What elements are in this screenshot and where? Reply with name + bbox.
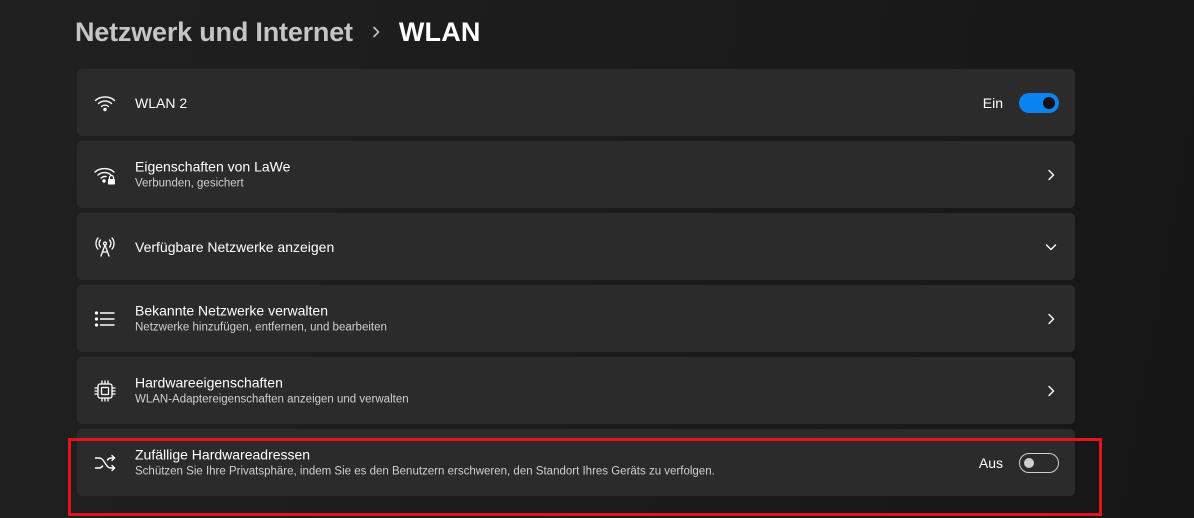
card-title: Zufällige Hardwareadressen [135,446,311,462]
chevron-right-icon [1043,311,1059,327]
card-title: Bekannte Netzwerke verwalten [135,302,328,318]
wifi-lock-icon [93,163,117,187]
toggle-state-label: Ein [982,94,1003,111]
breadcrumb-parent-link[interactable]: Netzwerk und Internet [75,17,353,48]
shuffle-icon [93,451,117,475]
toggle-knob [1024,457,1034,468]
card-subtitle: Netzwerke hinzufügen, entfernen, und bea… [135,321,387,333]
breadcrumb: Netzwerk und Internet WLAN [75,12,481,52]
chevron-down-icon [1043,239,1059,255]
wlan-toggle[interactable] [1019,92,1059,113]
card-subtitle: WLAN-Adaptereigenschaften anzeigen und v… [135,393,409,405]
chip-icon [93,379,117,403]
page-title: WLAN [398,16,481,47]
hardware-properties-card[interactable]: Hardwareeigenschaften WLAN-Adaptereigens… [77,357,1075,424]
card-title: Hardwareeigenschaften [135,374,283,390]
card-title: WLAN 2 [135,94,188,111]
random-hardware-addresses-toggle[interactable] [1019,452,1059,473]
wlan-adapter-card[interactable]: WLAN 2 Ein [77,69,1075,136]
list-icon [93,307,117,331]
chevron-right-icon [1043,167,1059,183]
network-properties-card[interactable]: Eigenschaften von LaWe Verbunden, gesich… [77,141,1075,208]
toggle-knob [1043,96,1055,109]
card-subtitle: Verbunden, gesichert [135,177,244,189]
card-title: Verfügbare Netzwerke anzeigen [135,238,335,255]
chevron-right-icon [1043,383,1059,399]
card-subtitle: Schützen Sie Ihre Privatsphäre, indem Si… [135,465,715,477]
toggle-state-label: Aus [978,454,1003,471]
available-networks-card[interactable]: Verfügbare Netzwerke anzeigen [77,213,1075,280]
random-hardware-addresses-card[interactable]: Zufällige Hardwareadressen Schützen Sie … [77,429,1075,496]
antenna-icon [93,235,117,259]
chevron-right-icon [369,25,383,39]
wifi-icon [93,91,117,115]
known-networks-card[interactable]: Bekannte Netzwerke verwalten Netzwerke h… [77,285,1075,352]
card-title: Eigenschaften von LaWe [135,158,291,174]
